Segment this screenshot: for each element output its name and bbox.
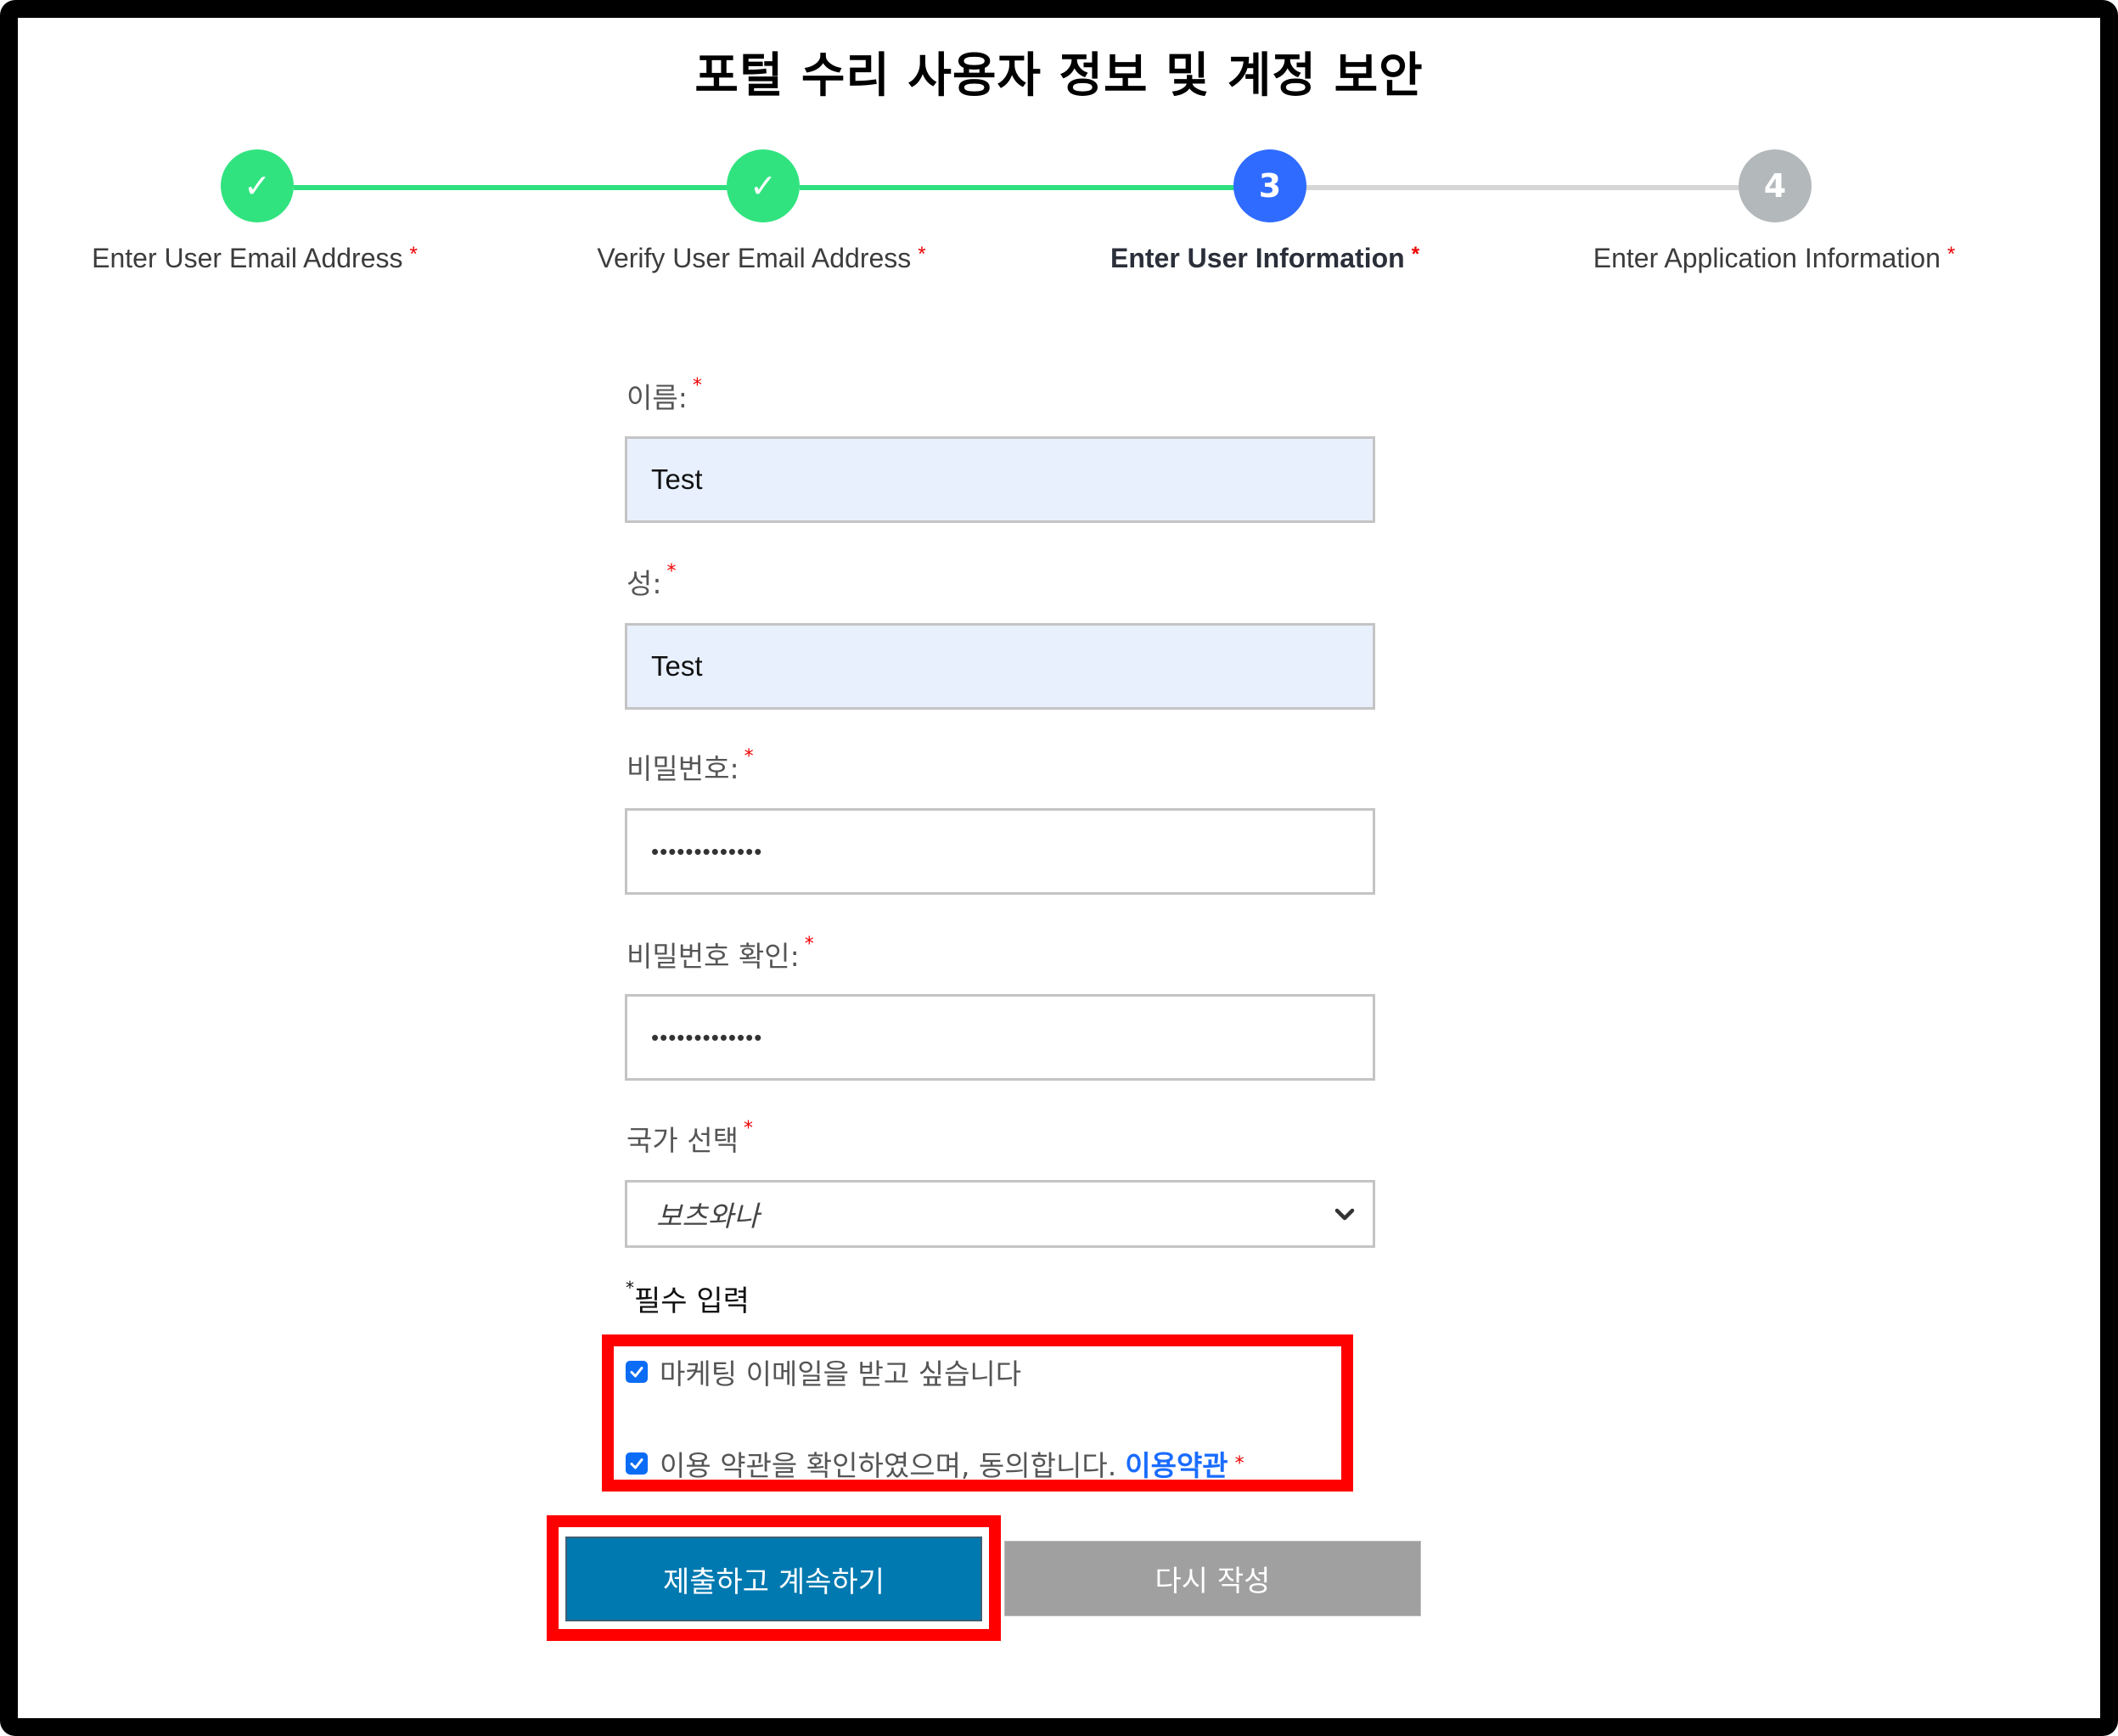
required-asterisk: * (666, 561, 677, 582)
step-number: 3 (1258, 167, 1282, 205)
terms-link[interactable]: 이용약관 (1125, 1443, 1228, 1484)
reset-button[interactable]: 다시 작성 (1004, 1541, 1421, 1616)
required-asterisk: * (743, 1118, 753, 1139)
first-name-input[interactable]: Test (625, 436, 1375, 523)
check-icon: ✓ (750, 167, 777, 205)
marketing-checkbox-label: 마케팅 이메일을 받고 싶습니다 (660, 1357, 1022, 1390)
step-1-circle: ✓ (221, 149, 294, 222)
confirm-password-input[interactable]: ••••••••••••• (625, 994, 1375, 1081)
check-icon (630, 1458, 643, 1469)
page-title: 포털 수리 사용자 정보 및 계정 보안 (694, 48, 1424, 104)
terms-checkbox[interactable] (626, 1452, 648, 1475)
step-connector-1-2 (294, 185, 728, 190)
first-name-label: 이름: * (626, 375, 702, 414)
check-icon (630, 1367, 643, 1378)
check-icon: ✓ (244, 167, 271, 205)
marketing-checkbox-row[interactable]: 마케팅 이메일을 받고 싶습니다 (626, 1351, 1021, 1392)
step-3-label: Enter User Information * (1110, 243, 1420, 273)
required-fields-note: *필수 입력 (626, 1278, 750, 1318)
required-asterisk: * (409, 243, 418, 266)
required-asterisk: * (804, 934, 814, 955)
step-1-label: Enter User Email Address * (92, 243, 418, 273)
required-asterisk: * (918, 243, 926, 266)
submit-continue-button[interactable]: 제출하고 계속하기 (565, 1537, 982, 1621)
terms-checkbox-label: 이용 약관을 확인하였으며, 동의합니다. (660, 1449, 1117, 1482)
step-connector-3-4 (1306, 185, 1740, 190)
country-selected-value: 보츠와나 (656, 1199, 760, 1233)
country-label: 국가 선택 * (626, 1118, 753, 1157)
step-2-circle: ✓ (727, 149, 800, 222)
required-asterisk: * (1411, 243, 1420, 266)
step-4-label: Enter Application Information * (1593, 243, 1956, 273)
step-3-circle: 3 (1233, 149, 1306, 222)
terms-checkbox-row[interactable]: 이용 약관을 확인하였으며, 동의합니다. 이용약관 * (626, 1443, 1244, 1484)
step-connector-2-3 (800, 185, 1234, 190)
required-asterisk: * (1947, 243, 1956, 266)
password-input[interactable]: ••••••••••••• (625, 808, 1375, 895)
last-name-input[interactable]: Test (625, 623, 1375, 710)
required-asterisk: * (744, 746, 754, 767)
confirm-password-label: 비밀번호 확인: * (626, 934, 814, 973)
required-asterisk: * (1234, 1452, 1244, 1475)
password-label: 비밀번호: * (626, 746, 754, 785)
required-asterisk: * (692, 375, 702, 396)
step-4-circle: 4 (1739, 149, 1812, 222)
step-number: 4 (1763, 167, 1787, 205)
country-select[interactable]: 보츠와나 (625, 1180, 1375, 1248)
step-2-label: Verify User Email Address * (597, 243, 926, 273)
last-name-label: 성: * (626, 561, 677, 600)
marketing-checkbox[interactable] (626, 1361, 648, 1383)
chevron-down-icon (1334, 1208, 1355, 1221)
